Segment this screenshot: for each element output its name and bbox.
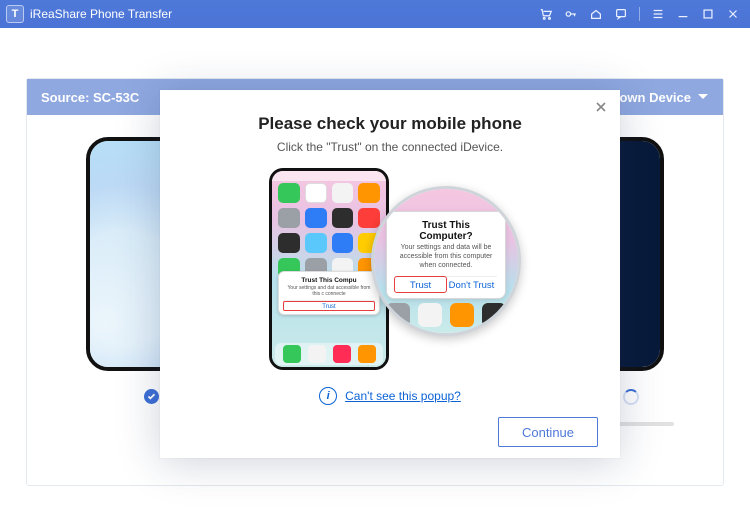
- trust-illustration: Trust This Compu Your settings and dat a…: [265, 168, 515, 373]
- app-title: iReaShare Phone Transfer: [30, 7, 172, 21]
- mini-trust-body: Your settings and dat accessible from th…: [283, 285, 375, 297]
- mag-dock-icons: [384, 303, 508, 327]
- modal-actions: Continue: [182, 417, 598, 447]
- mini-dock: [275, 343, 383, 365]
- home-icon[interactable]: [585, 3, 607, 25]
- maximize-button[interactable]: [697, 3, 719, 25]
- trust-popup-body: Your settings and data will be accessibl…: [395, 244, 497, 270]
- modal-overlay: Please check your mobile phone Click the…: [0, 28, 750, 508]
- feedback-icon[interactable]: [610, 3, 632, 25]
- dont-trust-button: Don't Trust: [446, 277, 497, 292]
- mini-trust-title: Trust This Compu: [283, 277, 375, 284]
- info-icon: i: [319, 387, 337, 405]
- app-logo-icon: T: [6, 5, 24, 23]
- magnifier: Trust This Computer? Your settings and d…: [371, 186, 521, 336]
- titlebar: T iReaShare Phone Transfer: [0, 0, 750, 28]
- trust-popup-zoom: Trust This Computer? Your settings and d…: [386, 211, 506, 299]
- menu-icon[interactable]: [647, 3, 669, 25]
- help-row: i Can't see this popup?: [182, 387, 598, 405]
- mini-trust-popup: Trust This Compu Your settings and dat a…: [278, 271, 380, 315]
- trust-popup-title: Trust This Computer?: [395, 220, 497, 242]
- separator: [639, 7, 640, 21]
- trust-button-highlighted: Trust: [395, 277, 446, 292]
- cant-see-popup-link[interactable]: Can't see this popup?: [345, 389, 461, 403]
- key-icon[interactable]: [560, 3, 582, 25]
- modal-subtitle: Click the "Trust" on the connected iDevi…: [182, 140, 598, 154]
- close-button[interactable]: [722, 3, 744, 25]
- mini-trust-button: Trust: [283, 301, 375, 311]
- continue-button[interactable]: Continue: [498, 417, 598, 447]
- modal-close-button[interactable]: [592, 98, 610, 116]
- mini-app-grid: [278, 183, 380, 278]
- cart-icon[interactable]: [535, 3, 557, 25]
- main-area: Source: SC-53C known Device Con: [0, 28, 750, 508]
- trust-popup-buttons: Trust Don't Trust: [395, 276, 497, 292]
- trust-modal: Please check your mobile phone Click the…: [160, 90, 620, 458]
- minimize-button[interactable]: [672, 3, 694, 25]
- modal-title: Please check your mobile phone: [182, 114, 598, 134]
- titlebar-icons: [535, 3, 744, 25]
